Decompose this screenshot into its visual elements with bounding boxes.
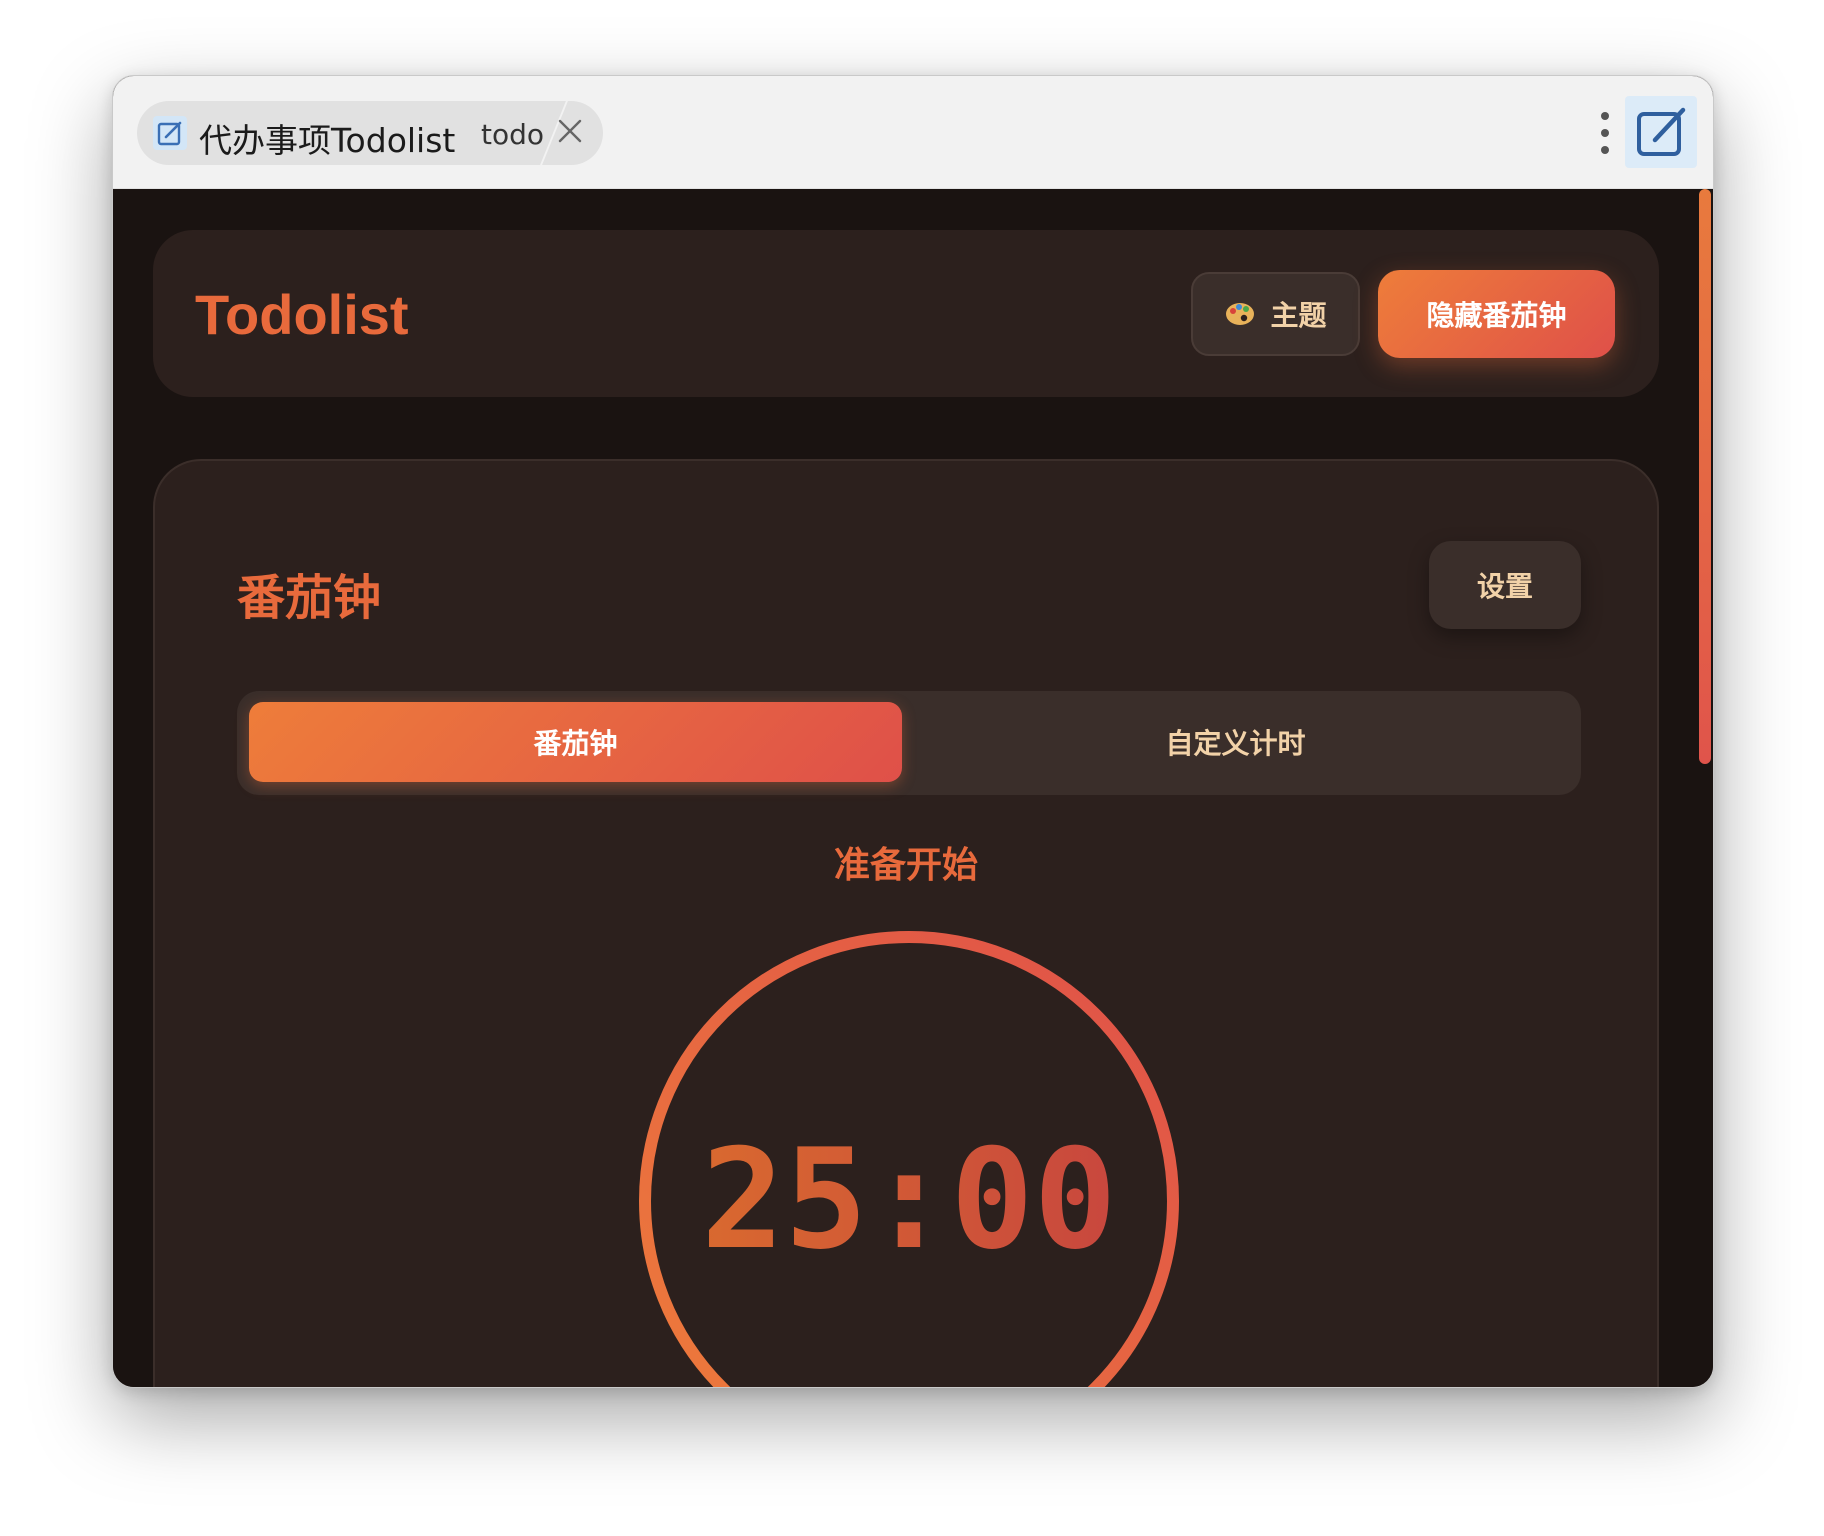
header-card: Todolist 主题 隐藏番茄钟 — [153, 230, 1659, 397]
browser-window: 代办事项Todolist todo Todolist 主题 隐藏番茄钟 番茄钟 … — [112, 75, 1714, 1388]
theme-button[interactable]: 主题 — [1191, 272, 1360, 356]
pomodoro-title: 番茄钟 — [237, 570, 382, 626]
mode-switcher: 番茄钟 自定义计时 — [237, 691, 1581, 795]
compose-icon — [1637, 107, 1686, 156]
theme-button-label: 主题 — [1270, 299, 1327, 332]
settings-button[interactable]: 设置 — [1429, 541, 1581, 629]
compose-button[interactable] — [1625, 96, 1697, 168]
edit-icon — [153, 116, 187, 150]
timer-ring: 25:00 — [639, 931, 1179, 1387]
tab-pomodoro[interactable]: 番茄钟 — [249, 702, 902, 782]
palette-icon — [1226, 303, 1255, 325]
close-icon[interactable] — [555, 116, 585, 146]
scrollbar[interactable] — [1699, 189, 1713, 1387]
title-bar: 代办事项Todolist todo — [113, 76, 1713, 189]
tab-label-todo[interactable]: todo — [481, 118, 544, 151]
timer-status: 准备开始 — [833, 845, 978, 886]
page-content: Todolist 主题 隐藏番茄钟 番茄钟 设置 番茄钟 自定义计时 准备开始 — [113, 189, 1713, 1387]
tab-custom-timer[interactable]: 自定义计时 — [902, 702, 1569, 782]
timer-display: 25:00 — [701, 1119, 1116, 1280]
more-menu-icon[interactable] — [1597, 110, 1613, 156]
app-title: Todolist — [195, 283, 409, 346]
tab-title[interactable]: 代办事项Todolist — [199, 114, 455, 162]
scrollbar-thumb[interactable] — [1699, 189, 1711, 764]
hide-pomodoro-button[interactable]: 隐藏番茄钟 — [1378, 270, 1615, 358]
pomodoro-card: 番茄钟 设置 番茄钟 自定义计时 准备开始 25:00 — [153, 459, 1659, 1387]
